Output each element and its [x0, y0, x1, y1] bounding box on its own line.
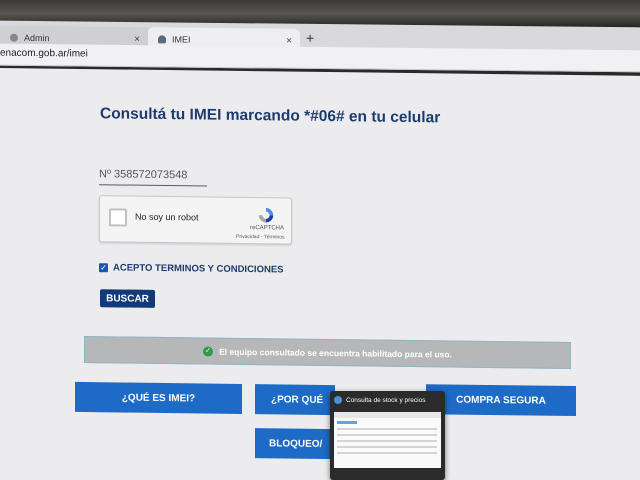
thumbnail-row [337, 434, 437, 436]
page-content: Consultá tu IMEI marcando *#06# en tu ce… [0, 68, 640, 480]
recaptcha-checkbox[interactable] [109, 208, 127, 227]
recaptcha-logo-icon [258, 208, 274, 223]
recaptcha-widget: No soy un robot reCAPTCHA Privacidad - T… [99, 195, 292, 245]
what-is-imei-button[interactable]: ¿QUÉ ES IMEI? [75, 381, 242, 414]
thumbnail-row [337, 446, 437, 448]
recaptcha-legal[interactable]: Privacidad - Términos [236, 234, 285, 241]
url-text[interactable]: enacom.gob.ar/imei [0, 48, 88, 60]
taskbar-preview-popup[interactable]: Consulta de stock y precios [330, 391, 445, 480]
terms-checkbox[interactable]: ✓ [99, 263, 108, 273]
admin-favicon-icon [10, 33, 18, 42]
close-icon[interactable]: × [134, 34, 140, 45]
result-banner: ✓ El equipo consultado se encuentra habi… [84, 336, 571, 369]
page-title: Consultá tu IMEI marcando *#06# en tu ce… [100, 105, 441, 127]
recaptcha-label: No soy un robot [135, 211, 199, 223]
why-button[interactable]: ¿POR QUÉ [255, 384, 335, 416]
screen: Admin × IMEI × + enacom.gob.ar/imei Cons… [0, 0, 640, 480]
popup-title: Consulta de stock y precios [346, 396, 426, 404]
imei-input[interactable]: Nº 358572073548 [99, 165, 207, 187]
safe-purchase-button[interactable]: COMPRA SEGURA [426, 384, 576, 417]
tab-imei-label: IMEI [172, 34, 191, 45]
enacom-favicon-icon [158, 35, 166, 44]
close-icon[interactable]: × [286, 35, 292, 46]
thumbnail-row [337, 452, 437, 454]
thumbnail-row [337, 428, 437, 430]
tab-admin-label: Admin [24, 32, 50, 44]
search-button[interactable]: BUSCAR [100, 289, 155, 308]
blocking-button[interactable]: BLOQUEO/ [255, 428, 335, 460]
thumbnail-accent [337, 421, 357, 424]
thumbnail-header [334, 412, 441, 418]
new-tab-button[interactable]: + [306, 30, 314, 46]
check-circle-icon: ✓ [203, 345, 214, 357]
terms-row: ✓ ACEPTO TERMINOS Y CONDICIONES [99, 262, 284, 275]
app-icon [334, 396, 342, 404]
terms-label[interactable]: ACEPTO TERMINOS Y CONDICIONES [113, 262, 284, 275]
window-thumbnail[interactable] [334, 412, 441, 468]
result-message: El equipo consultado se encuentra habili… [219, 346, 452, 360]
recaptcha-brand: reCAPTCHA [250, 225, 285, 232]
thumbnail-row [337, 440, 437, 442]
popup-title-row: Consulta de stock y precios [334, 396, 425, 404]
